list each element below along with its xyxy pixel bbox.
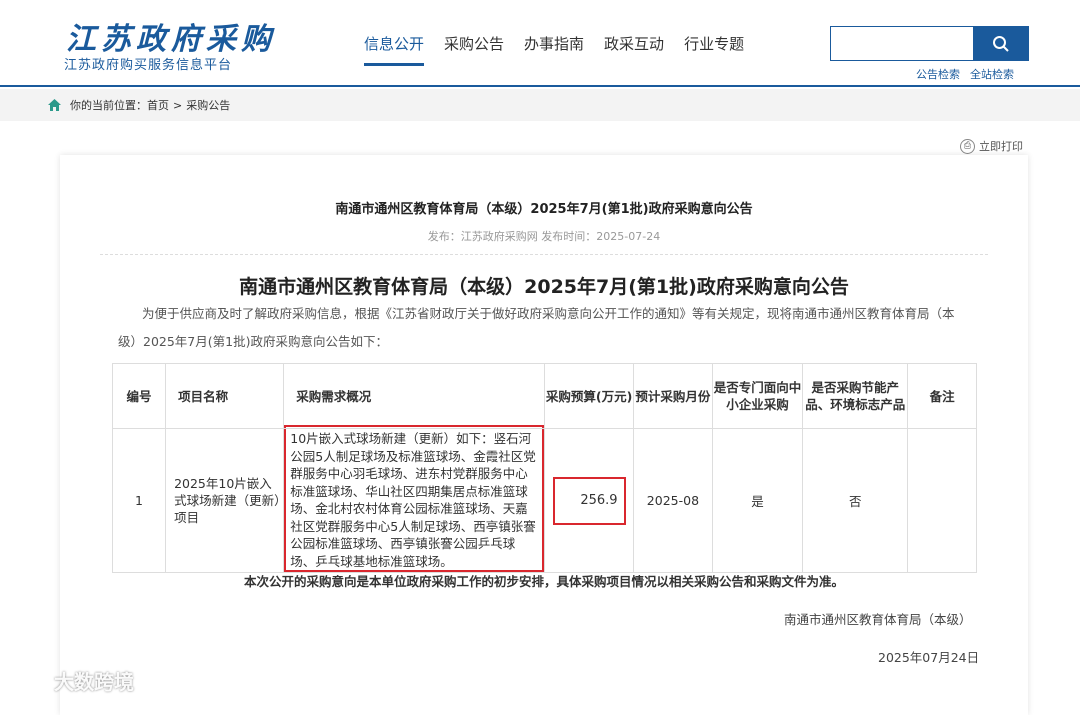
article-meta: 发布：江苏政府采购网 发布时间：2025-07-24 (427, 230, 661, 243)
cell-month: 2025-08 (632, 428, 713, 573)
header-name: 项目名称 (165, 363, 285, 429)
table-header-row: 编号 项目名称 采购需求概况 采购预算(万元) 预计采购月份 是否专门面向中小企… (111, 363, 977, 429)
watermark-text: 大数跨境 (54, 670, 134, 694)
breadcrumb-home[interactable]: 首页 (147, 97, 169, 113)
cell-name: 2025年10片嵌入式球场新建（更新）项目 (165, 428, 285, 573)
table-row: 1 2025年10片嵌入式球场新建（更新）项目 10片嵌入式球场新建（更新）如下… (111, 425, 977, 573)
header-no: 编号 (111, 363, 167, 429)
nav-item-industry-topics[interactable]: 行业专题 (684, 22, 744, 66)
site-logo[interactable]: 江苏政府采购 江苏政府购买服务信息平台 (62, 14, 292, 76)
signature-org: 南通市通州区教育体育局（本级） (784, 612, 972, 627)
nav-item-guide[interactable]: 办事指南 (524, 22, 584, 66)
intro-paragraph: 为便于供应商及时了解政府采购信息，根据《江苏省财政厅关于做好政府采购意向公开工作… (118, 306, 955, 349)
header-month: 预计采购月份 (632, 363, 713, 429)
print-label: 立即打印 (979, 140, 1023, 153)
cell-no: 1 (111, 428, 167, 573)
site-search-link[interactable]: 全站检索 (970, 68, 1014, 81)
description-highlight: 10片嵌入式球场新建（更新）如下：竖石河公园5人制足球场及标准篮球场、金霞社区党… (284, 425, 545, 572)
search-icon (993, 35, 1009, 52)
breadcrumb-separator: > (173, 98, 183, 112)
main-nav: 信息公开 采购公告 办事指南 政采互动 行业专题 (354, 22, 754, 66)
cell-budget: 256.9 (544, 428, 634, 573)
cell-remark (907, 428, 977, 573)
cell-green: 否 (802, 428, 909, 573)
search-button[interactable] (973, 26, 1029, 61)
home-icon (48, 99, 61, 111)
signature-date: 2025年07月24日 (878, 650, 980, 665)
nav-item-interaction[interactable]: 政采互动 (604, 22, 664, 66)
disclaimer-note: 本次公开的采购意向是本单位政府采购工作的初步安排，具体采购项目情况以相关采购公告… (243, 574, 844, 589)
budget-highlight: 256.9 (552, 476, 626, 525)
watermark: 大数跨境 (8, 666, 134, 695)
logo-title: 江苏政府采购 (66, 22, 276, 57)
page-title: 南通市通州区教育体育局（本级）2025年7月(第1批)政府采购意向公告 (335, 202, 753, 217)
breadcrumb-bar: 你的当前位置： 首页 > 采购公告 (0, 89, 1080, 121)
logo-subtitle: 江苏政府购买服务信息平台 (64, 58, 233, 73)
print-button[interactable]: ⎙ 立即打印 (960, 138, 1023, 154)
watermark-logo-icon (10, 670, 46, 694)
header-budget: 采购预算(万元) (544, 363, 634, 429)
notice-search-link[interactable]: 公告检索 (916, 68, 960, 81)
document-title: 南通市通州区教育体育局（本级）2025年7月(第1批)政府采购意向公告 (239, 276, 849, 298)
article-card: 南通市通州区教育体育局（本级）2025年7月(第1批)政府采购意向公告 发布：江… (60, 155, 1028, 715)
nav-item-procurement-notices[interactable]: 采购公告 (444, 22, 504, 66)
header-remark: 备注 (907, 363, 977, 429)
header-description: 采购需求概况 (283, 363, 546, 429)
header-green: 是否采购节能产品、环境标志产品 (802, 363, 909, 429)
divider (100, 254, 988, 255)
site-header: 江苏政府采购 江苏政府购买服务信息平台 信息公开 采购公告 办事指南 政采互动 … (0, 0, 1080, 87)
cell-description: 10片嵌入式球场新建（更新）如下：竖石河公园5人制足球场及标准篮球场、金霞社区党… (283, 425, 546, 573)
search-links: 公告检索 全站检索 (906, 66, 1014, 82)
search-input[interactable] (830, 26, 973, 61)
header-sme: 是否专门面向中小企业采购 (711, 363, 804, 429)
nav-item-info-disclosure[interactable]: 信息公开 (364, 22, 425, 66)
cell-sme: 是 (711, 428, 804, 573)
search-box (830, 26, 1029, 61)
procurement-table: 编号 项目名称 采购需求概况 采购预算(万元) 预计采购月份 是否专门面向中小企… (111, 363, 977, 573)
breadcrumb-current[interactable]: 采购公告 (186, 97, 230, 113)
breadcrumb: 你的当前位置： 首页 > 采购公告 (47, 97, 230, 113)
print-icon: ⎙ (960, 138, 975, 154)
breadcrumb-label: 你的当前位置： (70, 99, 147, 112)
